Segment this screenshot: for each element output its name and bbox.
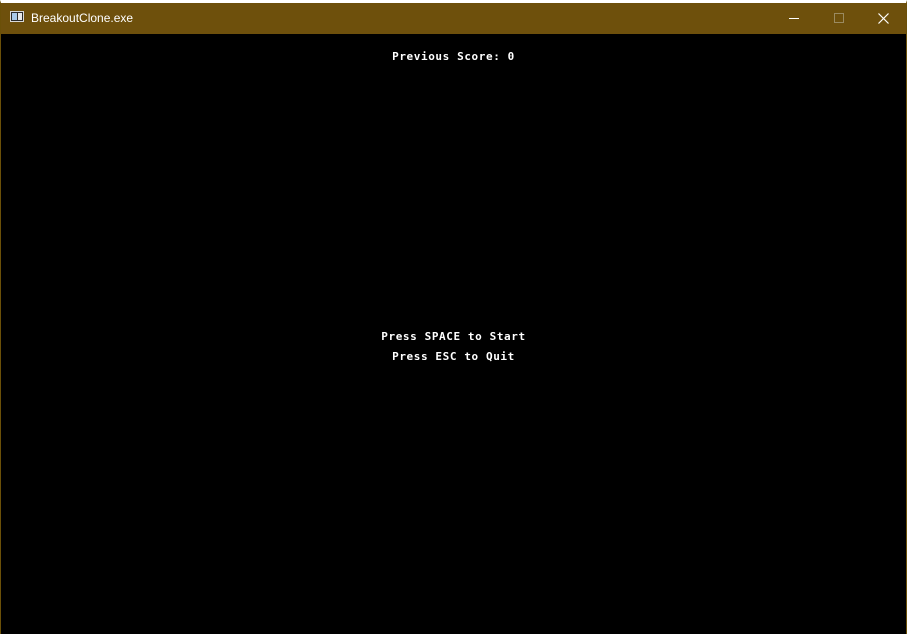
title-bar[interactable]: BreakoutClone.exe [1, 3, 906, 34]
previous-score-label: Previous Score: 0 [392, 50, 515, 63]
app-window: BreakoutClone.exe Previous Score: 0 Pres… [0, 0, 907, 634]
quit-prompt-text: Press ESC to Quit [392, 350, 515, 363]
minimize-button[interactable] [771, 3, 816, 34]
app-icon-right-pane [18, 13, 22, 20]
app-icon-left-pane [12, 13, 17, 20]
start-prompt-text: Press SPACE to Start [381, 330, 526, 343]
close-icon [878, 13, 889, 24]
maximize-icon [834, 13, 844, 23]
close-button[interactable] [861, 3, 906, 34]
maximize-button[interactable] [816, 3, 861, 34]
game-canvas[interactable]: Previous Score: 0 Press SPACE to Start P… [1, 34, 906, 634]
window-title: BreakoutClone.exe [31, 11, 134, 25]
minimize-icon [789, 18, 799, 19]
application-window-icon[interactable] [10, 11, 24, 22]
